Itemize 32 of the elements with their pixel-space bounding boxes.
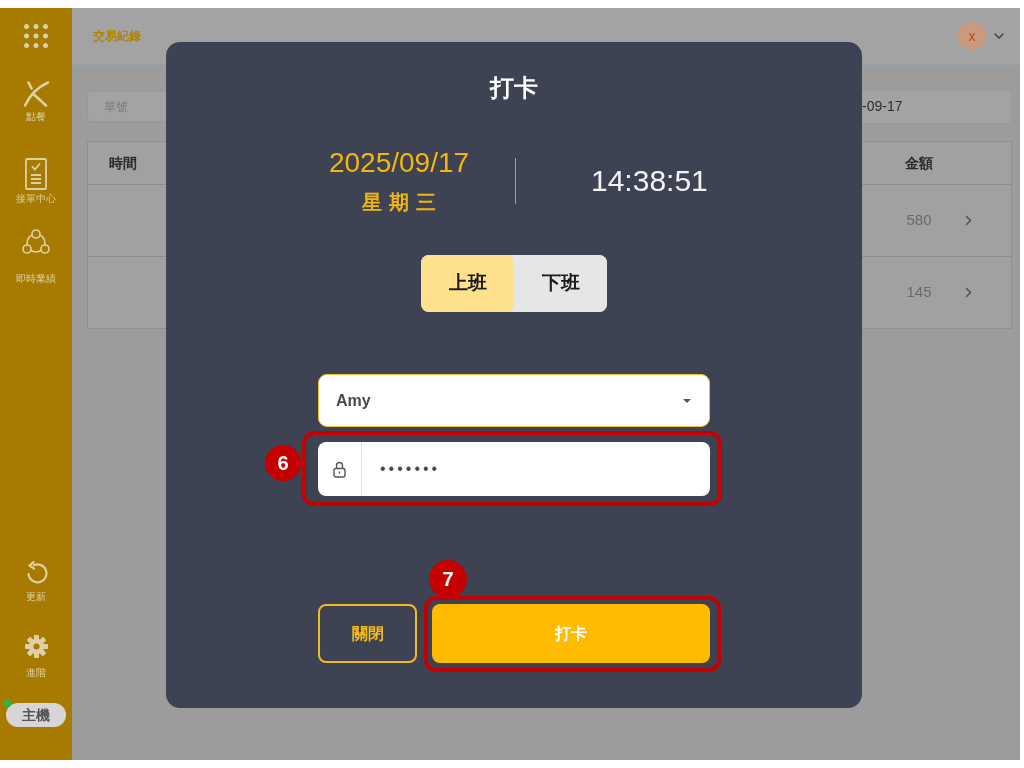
connected-circles-icon (22, 229, 50, 255)
chevron-right-icon[interactable] (965, 215, 972, 226)
sidebar-item[interactable]: 進階 (24, 635, 48, 679)
sidebar-item[interactable]: 點餐 (22, 80, 50, 123)
sidebar-item[interactable]: 即時業績 (16, 229, 56, 285)
host-button[interactable]: 主機 (6, 703, 66, 727)
page-title: 交易紀錄 (92, 28, 141, 45)
step-number-badge: 6 (265, 445, 301, 481)
app-grid-icon[interactable] (24, 24, 48, 48)
close-button[interactable]: 關閉 (318, 604, 417, 663)
password-field[interactable]: ••••••• (318, 442, 710, 496)
dialog-title: 打卡 (490, 74, 538, 102)
punch-button[interactable]: 打卡 (432, 604, 710, 663)
chevron-right-icon[interactable] (965, 287, 972, 298)
caret-down-icon (683, 398, 691, 403)
table-header-cell: 時間 (109, 155, 137, 171)
shift-tab[interactable]: 上班 (421, 255, 514, 312)
sidebar-item[interactable]: 接單中心 (16, 158, 56, 205)
lock-icon (333, 460, 346, 478)
weekday-text: 星期三 (361, 190, 443, 214)
sidebar-item[interactable]: 更新 (24, 561, 48, 603)
refresh-icon (24, 561, 48, 584)
employee-select[interactable]: Amy (318, 374, 710, 427)
gear-icon (24, 635, 48, 658)
table-header-cell-text: 金額 (905, 153, 933, 173)
date-text: 2025/09/17 (328, 147, 470, 179)
clipboard-icon (25, 158, 47, 190)
clock-text: 14:38:51 (591, 162, 708, 199)
swoosh-logo-icon (22, 80, 50, 108)
chevron-down-icon[interactable] (994, 33, 1004, 39)
step-number-badge: 7 (429, 560, 467, 598)
user-avatar[interactable]: x (958, 22, 986, 50)
